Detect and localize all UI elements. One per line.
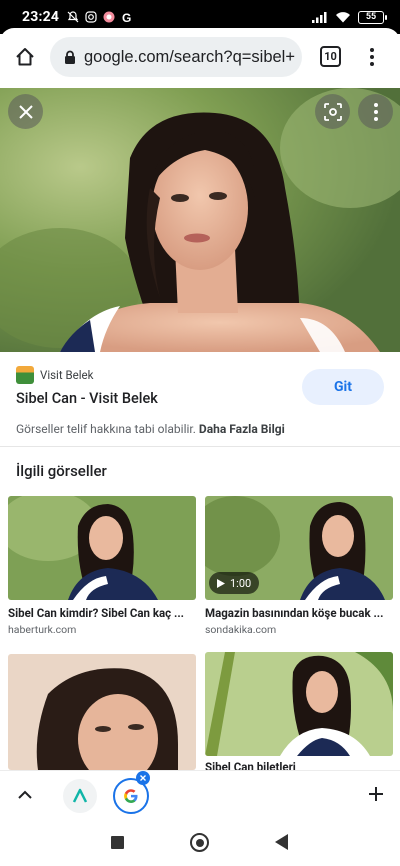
video-duration-badge: 1:00 [209, 572, 260, 594]
related-image-card[interactable] [8, 654, 196, 770]
system-navigation-bar [0, 818, 400, 866]
related-images-heading: İlgili görseller [16, 462, 107, 480]
related-image-card[interactable]: 1:00 Magazin basınından köşe bucak ... s… [205, 496, 393, 640]
video-duration: 1:00 [230, 576, 252, 590]
url-text: google.com/search?q=sibel+ [84, 47, 295, 66]
menu-dot [373, 109, 378, 114]
expand-tab-group-button[interactable] [14, 783, 36, 805]
tab-switcher-button[interactable]: 10 [320, 46, 341, 67]
copyright-notice: Görseller telif hakkına tabi olabilir. D… [16, 422, 285, 436]
related-image-title: Sibel Can kimdir? Sibel Can kaç ... [8, 606, 184, 620]
back-button[interactable] [275, 834, 288, 850]
related-image [205, 652, 393, 756]
copyright-text: Görseller telif hakkına tabi olabilir. [16, 422, 196, 436]
related-image-card[interactable]: Sibel Can kimdir? Sibel Can kaç ... habe… [8, 496, 196, 640]
close-icon [140, 775, 146, 781]
close-viewer-button[interactable] [8, 94, 43, 129]
related-image-illustration [8, 654, 196, 770]
related-image [8, 654, 196, 770]
browser-menu-button[interactable] [364, 44, 380, 70]
tab-group-strip [0, 770, 400, 818]
related-image-source: sondakika.com [205, 623, 277, 636]
close-icon [18, 104, 33, 119]
tab-favicon[interactable] [63, 779, 97, 813]
app-notification-icon [103, 11, 115, 23]
play-icon [217, 578, 225, 588]
result-title[interactable]: Sibel Can - Visit Belek [16, 390, 158, 407]
lens-search-button[interactable] [315, 94, 350, 129]
menu-dot [370, 48, 374, 52]
google-g-icon [124, 789, 138, 803]
source-name: Visit Belek [40, 368, 94, 382]
learn-more-link[interactable]: Daha Fazla Bilgi [199, 422, 285, 436]
signal-icon [312, 12, 327, 23]
menu-dot [373, 116, 378, 121]
divider [0, 446, 400, 447]
home-nav-button[interactable] [190, 833, 209, 852]
notification-icons: G [67, 11, 133, 23]
status-right: 55 [312, 10, 387, 24]
svg-text:G: G [122, 11, 131, 23]
url-bar[interactable]: google.com/search?q=sibel+ [50, 37, 302, 77]
bell-off-icon [67, 11, 79, 23]
home-button[interactable] [12, 44, 38, 70]
visit-button[interactable]: Git [302, 369, 384, 405]
wifi-icon [336, 12, 350, 23]
related-image-illustration [8, 496, 196, 600]
close-tab-button[interactable] [136, 771, 150, 785]
image-more-options-button[interactable] [358, 94, 393, 129]
related-image [8, 496, 196, 600]
main-image[interactable] [0, 88, 400, 352]
menu-dot [370, 55, 374, 59]
related-image-illustration [205, 652, 393, 756]
related-image-source: haberturk.com [8, 623, 77, 636]
home-icon [16, 48, 34, 66]
related-image-card[interactable]: Sibel Can biletleri [205, 652, 393, 770]
lock-icon [65, 50, 75, 64]
google-icon: G [122, 11, 131, 23]
source-favicon [16, 366, 34, 384]
source-row[interactable]: Visit Belek [16, 366, 93, 384]
recents-button[interactable] [111, 836, 124, 849]
instagram-icon [85, 11, 97, 23]
battery-icon: 55 [358, 10, 387, 24]
related-image-title: Sibel Can biletleri [205, 760, 296, 770]
plus-icon [369, 787, 383, 801]
menu-dot [373, 102, 378, 107]
new-tab-in-group-button[interactable] [365, 783, 387, 805]
chevron-up-icon [18, 790, 32, 799]
lens-icon [323, 102, 342, 121]
portrait-illustration [0, 88, 400, 352]
app-logo-icon [72, 788, 88, 803]
status-time: 23:24 [22, 9, 60, 25]
menu-dot [370, 62, 374, 66]
related-image-title: Magazin basınından köşe bucak ... [205, 606, 384, 620]
